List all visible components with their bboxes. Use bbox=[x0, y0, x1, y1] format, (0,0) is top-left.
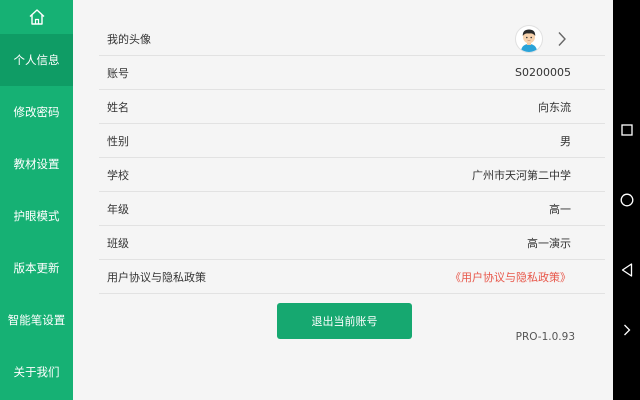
sidebar: 个人信息 修改密码 教材设置 护眼模式 版本更新 智能笔设置 关于我们 bbox=[0, 0, 73, 400]
grade-row: 年级 高一 bbox=[99, 192, 605, 226]
row-label: 姓名 bbox=[107, 100, 129, 114]
home-button[interactable] bbox=[0, 0, 73, 34]
class-value: 高一演示 bbox=[527, 236, 571, 250]
agreement-link[interactable]: 《用户协议与隐私政策》 bbox=[450, 269, 571, 285]
row-label: 性别 bbox=[107, 134, 129, 148]
row-label: 年级 bbox=[107, 202, 129, 216]
avatar-boy-icon bbox=[521, 29, 537, 52]
gender-value: 男 bbox=[560, 134, 571, 148]
sidebar-item-version-update[interactable]: 版本更新 bbox=[0, 242, 73, 294]
home-icon bbox=[29, 9, 44, 25]
school-row: 学校 广州市天河第二中学 bbox=[99, 158, 605, 192]
sidebar-item-change-password[interactable]: 修改密码 bbox=[0, 86, 73, 138]
avatar-row[interactable]: 我的头像 bbox=[99, 22, 605, 56]
row-label: 学校 bbox=[107, 168, 129, 182]
chevron-right-icon bbox=[558, 31, 566, 46]
name-value: 向东流 bbox=[538, 100, 571, 114]
chevron-right-icon bbox=[623, 324, 630, 336]
sidebar-item-eye-protection[interactable]: 护眼模式 bbox=[0, 190, 73, 242]
expand-button[interactable] bbox=[613, 315, 640, 345]
avatar-group bbox=[515, 24, 567, 53]
sidebar-item-textbook-settings[interactable]: 教材设置 bbox=[0, 138, 73, 190]
profile-panel: 我的头像 账号 S0200005 姓名 向东流 性别 男 学校 广州市天河第二中… bbox=[73, 0, 613, 400]
row-label: 用户协议与隐私政策 bbox=[107, 270, 206, 284]
avatar[interactable] bbox=[515, 24, 543, 53]
account-row: 账号 S0200005 bbox=[99, 56, 605, 90]
sidebar-item-personal-info[interactable]: 个人信息 bbox=[0, 34, 73, 86]
agreement-row: 用户协议与隐私政策 《用户协议与隐私政策》 bbox=[99, 260, 605, 294]
class-row: 班级 高一演示 bbox=[99, 226, 605, 260]
sidebar-item-smart-pen-settings[interactable]: 智能笔设置 bbox=[0, 294, 73, 346]
sidebar-item-about-us[interactable]: 关于我们 bbox=[0, 346, 73, 398]
circle-icon bbox=[620, 193, 633, 207]
name-row: 姓名 向东流 bbox=[99, 90, 605, 124]
account-value: S0200005 bbox=[515, 66, 571, 79]
grade-value: 高一 bbox=[549, 202, 571, 216]
back-triangle-icon bbox=[621, 263, 632, 277]
school-value: 广州市天河第二中学 bbox=[472, 168, 571, 182]
version-label: PRO-1.0.93 bbox=[515, 331, 575, 343]
row-label: 我的头像 bbox=[107, 32, 151, 46]
row-label: 班级 bbox=[107, 236, 129, 250]
system-nav-bar bbox=[613, 0, 640, 400]
home-system-button[interactable] bbox=[613, 185, 640, 215]
recents-button[interactable] bbox=[613, 115, 640, 145]
logout-button[interactable]: 退出当前账号 bbox=[277, 303, 412, 339]
square-icon bbox=[620, 124, 633, 136]
gender-row: 性别 男 bbox=[99, 124, 605, 158]
row-label: 账号 bbox=[107, 66, 129, 80]
back-button[interactable] bbox=[613, 255, 640, 285]
